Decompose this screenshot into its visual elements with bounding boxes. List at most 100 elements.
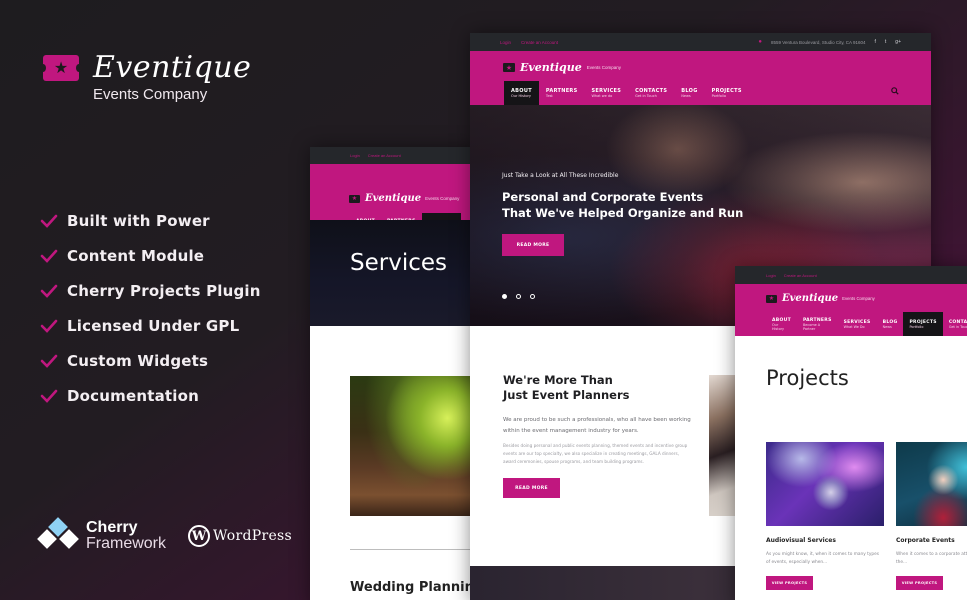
about-lead: We are proud to be such a professionals,… [503, 417, 691, 434]
slider-dot[interactable] [502, 294, 507, 299]
nav-item-about[interactable]: ABOUTOur History [504, 81, 539, 105]
view-projects-button[interactable]: VIEW PROJECTS [896, 576, 943, 590]
site-header: ★ Eventique Events Company ABOUTOur Hist… [310, 164, 480, 237]
site-logo-name: Eventique [365, 193, 422, 204]
login-link[interactable]: Login [500, 40, 511, 45]
ticket-star-icon: ★ [40, 55, 82, 81]
cherry-line2: Framework [86, 535, 167, 552]
checkmark-icon [40, 284, 58, 298]
partner-logos: Cherry Framework W WordPress [37, 517, 292, 552]
project-card: Audiovisual Services As you might know, … [766, 442, 884, 590]
nav-sublabel: News [681, 94, 691, 98]
nav-sublabel: Get in Touch [635, 94, 657, 98]
nav-item-blog[interactable]: BLOG News [674, 81, 704, 105]
nav-sublabel: Our History [511, 94, 531, 98]
confetti-party-image[interactable] [896, 442, 967, 526]
login-link[interactable]: Login [766, 273, 776, 278]
site-logo-name: Eventique [782, 293, 839, 304]
nav-item-partners[interactable]: PARTNERS Test [539, 81, 585, 105]
nav-sublabel: What We Do [843, 324, 865, 329]
divider [350, 549, 480, 550]
checkmark-icon [40, 354, 58, 368]
checkmark-icon [40, 214, 58, 228]
feature-item: Cherry Projects Plugin [40, 273, 261, 308]
create-account-link[interactable]: Create an Account [521, 40, 558, 45]
nav-item-contacts[interactable]: CONTACTSGet in Touch [943, 312, 967, 336]
facebook-icon[interactable]: f [875, 39, 876, 45]
nav-sublabel: Portfolio [909, 324, 924, 329]
nav-item-projects[interactable]: PROJECTS Portfolio [705, 81, 749, 105]
create-account-link[interactable]: Create an Account [784, 273, 817, 278]
cherry-line1: Cherry [86, 519, 138, 536]
nav-item-blog[interactable]: BLOG News [877, 312, 904, 336]
google-plus-icon[interactable]: g+ [895, 39, 901, 45]
create-account-link[interactable]: Create an Account [368, 153, 401, 158]
feature-item: Licensed Under GPL [40, 308, 261, 343]
site-header: ★ Eventique Events Company ABOUTOur Hist… [470, 51, 931, 105]
main-nav: ABOUT Our History PARTNERS Test SERVICES Wh… [504, 81, 749, 105]
feature-item: Content Module [40, 238, 261, 273]
nav-item-services[interactable]: SERVICESWhat We Do [838, 312, 877, 336]
nav-item-services[interactable]: SERVICES What we do [584, 81, 628, 105]
nav-sublabel: Become A Partner [802, 322, 821, 331]
site-logo-tagline: Events Company [842, 296, 875, 301]
promo-brand-name: Eventique [93, 50, 252, 85]
hero-headline: Personal and Corporate Events That We've… [502, 189, 743, 221]
nav-sublabel: Our History [772, 322, 785, 331]
site-logo-tagline: Events Company [425, 196, 460, 201]
feature-label: Licensed Under GPL [67, 316, 240, 335]
wordpress-logo: W WordPress [188, 525, 292, 547]
feature-list: Built with Power Content Module Cherry P… [40, 203, 261, 413]
cherry-diamond-icon [37, 517, 79, 552]
nav-sublabel: Portfolio [711, 94, 727, 98]
ticket-star-icon: ★ [503, 63, 515, 72]
nav-item-projects[interactable]: PROJECTS Portfolio [903, 312, 943, 336]
promo-brand: ★ Eventique Events Company [40, 50, 252, 103]
login-link[interactable]: Login [350, 153, 360, 158]
site-logo[interactable]: ★ Eventique Events Company [503, 61, 621, 74]
about-read-more-button[interactable]: READ MORE [503, 478, 560, 498]
dj-headphones-image[interactable] [766, 442, 884, 526]
promo-brand-tagline: Events Company [93, 86, 208, 103]
hero-kicker: Just Take a Look at All These Incredible [502, 172, 619, 179]
ticket-star-icon: ★ [349, 194, 360, 203]
project-title[interactable]: Audiovisual Services [766, 537, 884, 544]
project-description: When it comes to a corporate attendance … [896, 552, 967, 565]
top-bar: Login Create an Account ● 8559 Ventura B… [470, 33, 931, 51]
checkmark-icon [40, 319, 58, 333]
about-heading: We're More Than Just Event Planners [503, 373, 693, 403]
wordpress-label: WordPress [213, 528, 293, 544]
site-logo[interactable]: ★ Eventique Events Company [766, 293, 875, 304]
nav-sublabel: Test [545, 94, 553, 98]
site-logo[interactable]: ★ Eventique Events Company [349, 193, 459, 204]
checkmark-icon [40, 249, 58, 263]
slider-dot[interactable] [530, 294, 535, 299]
page-title-banner: Services [310, 220, 480, 326]
view-projects-button[interactable]: VIEW PROJECTS [766, 576, 813, 590]
page-title: Projects [766, 366, 849, 390]
nav-item-contacts[interactable]: CONTACTSGet in Touch [628, 81, 674, 105]
feature-item: Custom Widgets [40, 343, 261, 378]
search-icon[interactable] [891, 87, 899, 95]
location-pin-icon: ● [758, 39, 763, 45]
about-section: We're More Than Just Event Planners We a… [503, 373, 693, 498]
slider-dot[interactable] [516, 294, 521, 299]
about-heading-line2: Just Event Planners [503, 388, 630, 402]
service-heading: Wedding Planning [350, 580, 480, 595]
feature-label: Documentation [67, 386, 199, 405]
site-logo-tagline: Events Company [586, 65, 622, 70]
address-text: 8559 Ventura Boulevard, Studio City, CA … [771, 39, 866, 45]
project-card: Corporate Events When it comes to a corp… [896, 442, 967, 590]
page-title: Services [350, 250, 447, 276]
feature-label: Custom Widgets [67, 351, 209, 370]
feature-label: Built with Power [67, 211, 210, 230]
twitter-icon[interactable]: t [885, 39, 886, 45]
hero-read-more-button[interactable]: READ MORE [502, 234, 564, 256]
nav-item-partners[interactable]: PARTNERSBecome A Partner [797, 312, 838, 336]
nav-item-about[interactable]: ABOUTOur History [766, 312, 797, 336]
project-title[interactable]: Corporate Events [896, 537, 967, 544]
checkmark-icon [40, 389, 58, 403]
main-nav: ABOUTOur History PARTNERSBecome A Partne… [766, 312, 967, 336]
about-heading-line1: We're More Than [503, 373, 613, 387]
feature-label: Content Module [67, 246, 205, 265]
